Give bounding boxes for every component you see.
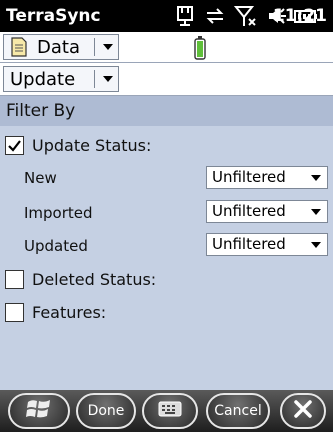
deleted-status-checkbox[interactable]: [5, 270, 24, 289]
close-button[interactable]: [280, 393, 326, 429]
keyboard-button[interactable]: [142, 393, 198, 429]
filter-header: Filter By: [0, 96, 333, 126]
filter-row-label: Imported: [24, 204, 93, 222]
no-signal-icon[interactable]: [233, 5, 258, 31]
app-title: TerraSync: [6, 6, 101, 26]
section-label: Data: [37, 37, 80, 58]
select-value: Unfiltered: [212, 202, 286, 220]
filter-title: Filter By: [6, 101, 76, 121]
select-value: Unfiltered: [212, 168, 286, 186]
features-checkbox[interactable]: [5, 303, 24, 322]
done-button[interactable]: Done: [76, 393, 136, 429]
update-status-label: Update Status:: [32, 136, 152, 155]
keyboard-icon: [158, 401, 182, 421]
deleted-status-label: Deleted Status:: [32, 270, 157, 289]
chevron-down-icon[interactable]: [103, 44, 113, 50]
subsection-dropdown[interactable]: Update: [3, 66, 119, 92]
close-icon: [292, 398, 314, 424]
subsection-label: Update: [10, 69, 76, 90]
filter-row-label: New: [24, 169, 57, 187]
chevron-down-icon: [311, 242, 321, 248]
cancel-button[interactable]: Cancel: [206, 393, 270, 429]
clock[interactable]: 11:21: [273, 6, 327, 26]
done-label: Done: [87, 403, 125, 419]
subsection-toolbar: Update: [0, 63, 333, 96]
connectivity-icon[interactable]: [174, 5, 196, 31]
cancel-label: Cancel: [214, 403, 262, 419]
filter-panel: Filter By Update Status: New Unfiltered …: [0, 96, 333, 390]
new-filter-select[interactable]: Unfiltered: [206, 166, 328, 189]
updated-filter-select[interactable]: Unfiltered: [206, 233, 328, 256]
sync-icon[interactable]: [204, 5, 226, 31]
chevron-down-icon[interactable]: [103, 76, 113, 82]
gnss-battery-icon: [194, 36, 206, 64]
select-value: Unfiltered: [212, 235, 286, 253]
document-icon: [10, 37, 28, 61]
divider: [94, 70, 95, 88]
chevron-down-icon: [311, 175, 321, 181]
section-toolbar: Data: [0, 32, 333, 63]
filter-row-label: Updated: [24, 237, 88, 255]
features-label: Features:: [32, 303, 107, 322]
divider: [94, 38, 95, 56]
start-button[interactable]: [8, 393, 70, 429]
windows-logo-icon: [26, 397, 52, 425]
section-dropdown[interactable]: Data: [3, 34, 119, 60]
checkmark-icon: [7, 138, 22, 157]
chevron-down-icon: [311, 209, 321, 215]
status-bar: TerraSync 11:21: [0, 0, 333, 32]
bottom-bar: Done Cancel: [0, 390, 333, 432]
imported-filter-select[interactable]: Unfiltered: [206, 200, 328, 223]
update-status-checkbox[interactable]: [5, 136, 24, 155]
